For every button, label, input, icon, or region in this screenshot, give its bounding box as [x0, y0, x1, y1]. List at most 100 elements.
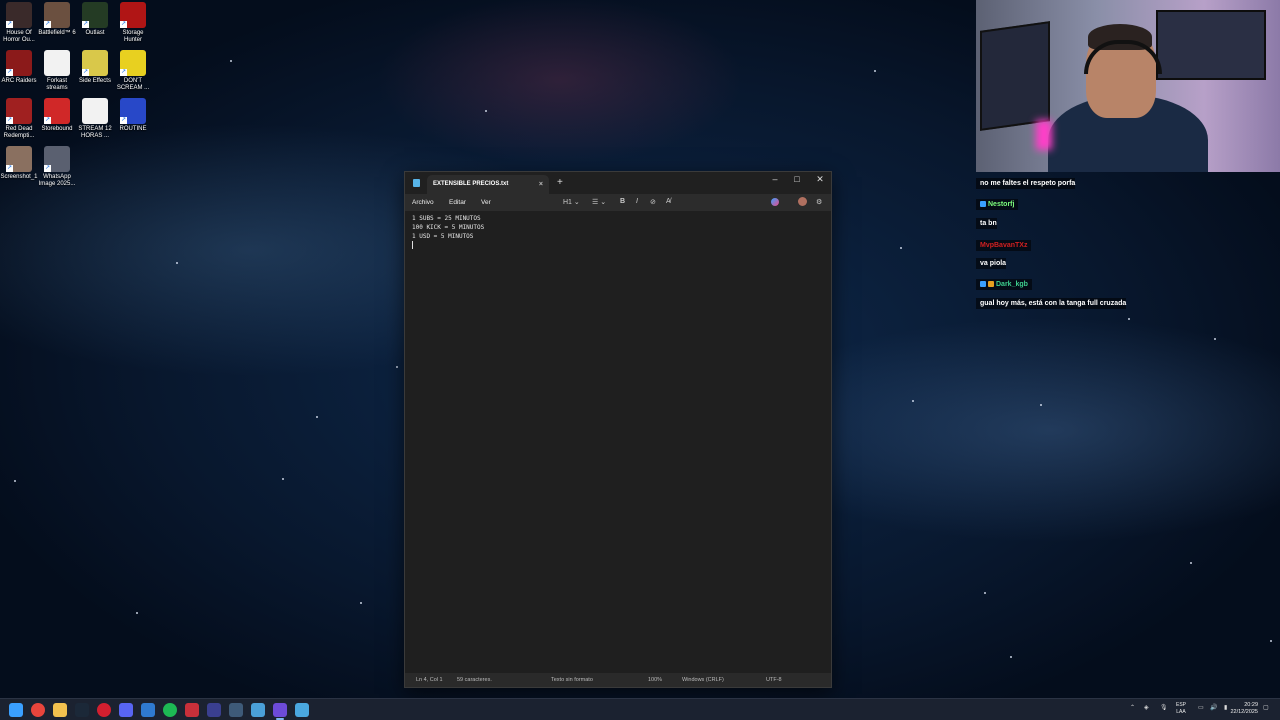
desktop-icon-label: Storage Hunter: [122, 30, 144, 43]
desktop-icon[interactable]: ↗ Storebound: [38, 98, 76, 140]
shortcut-arrow-icon: ↗: [120, 117, 127, 124]
desktop-icon[interactable]: ↗ Side Effects: [76, 50, 114, 92]
tab-extensible-precios[interactable]: EXTENSIBLE PRECIOS.txt ×: [427, 175, 549, 194]
language-indicator[interactable]: ESP LAA: [1176, 702, 1186, 715]
desktop-icon[interactable]: ↗ Storage Hunter: [114, 2, 152, 44]
character-count: 59 caracteres.: [457, 677, 492, 683]
battlefield-icon: ↗: [44, 2, 70, 28]
link-icon[interactable]: ⊘: [650, 198, 656, 206]
shortcut-arrow-icon: ↗: [44, 165, 51, 172]
arc-raiders-icon: ↗: [6, 50, 32, 76]
remote-desktop-icon[interactable]: [141, 703, 155, 717]
desktop-icon-label: Side Effects: [79, 78, 111, 84]
text-caret: [412, 241, 413, 249]
text-file-icon: [44, 50, 70, 76]
new-tab-button[interactable]: +: [557, 177, 563, 188]
desktop-icon[interactable]: ↗ Battlefield™ 6: [38, 2, 76, 44]
network-app-icon[interactable]: [251, 703, 265, 717]
chat-username: MvpBavanTXz: [976, 240, 1032, 251]
maximize-button[interactable]: □: [787, 174, 807, 184]
encoding[interactable]: UTF-8: [766, 677, 782, 683]
twitch-studio-icon[interactable]: [273, 703, 287, 717]
italic-button[interactable]: I: [636, 198, 638, 205]
shortcut-arrow-icon: ↗: [6, 117, 13, 124]
streamlabs-icon[interactable]: [185, 703, 199, 717]
text-format[interactable]: Texto sin formato: [551, 677, 593, 683]
settings-gear-icon[interactable]: ⚙: [816, 198, 822, 206]
minimize-button[interactable]: –: [765, 174, 785, 184]
spotify-icon[interactable]: [163, 703, 177, 717]
desktop-icon[interactable]: ↗ ROUTINE: [114, 98, 152, 140]
desktop-icon[interactable]: STREAM 12 HORAS ...: [76, 98, 114, 140]
desktop-icon[interactable]: ↗ Screenshot_1: [0, 146, 38, 188]
shortcut-arrow-icon: ↗: [82, 21, 89, 28]
opera-icon[interactable]: [97, 703, 111, 717]
text-editor[interactable]: 1 SUBS = 25 MINUTOS 100 KICK = 5 MINUTOS…: [412, 214, 826, 673]
volume-icon[interactable]: 🔊: [1210, 704, 1217, 711]
image-file-icon: ↗: [44, 146, 70, 172]
clock[interactable]: 20:29 22/12/2025: [1230, 702, 1258, 716]
status-bar: Ln 4, Col 1 59 caracteres. Texto sin for…: [405, 673, 831, 687]
steam-icon[interactable]: [75, 703, 89, 717]
vpn-icon[interactable]: [229, 703, 243, 717]
profile-avatar[interactable]: [798, 197, 807, 206]
webcam-overlay: [976, 0, 1280, 172]
discord-icon[interactable]: [119, 703, 133, 717]
menu-archivo[interactable]: Archivo: [412, 199, 434, 206]
notepad-icon[interactable]: [295, 703, 309, 717]
editor-line: 1 USD = 5 MINUTOS: [412, 233, 474, 240]
heading-dropdown[interactable]: H1 ⌄: [563, 198, 580, 206]
battery-icon[interactable]: ▮: [1224, 704, 1227, 711]
desktop-icon[interactable]: ↗ Outlast: [76, 2, 114, 44]
desktop-icon-label: ROUTINE: [119, 126, 147, 132]
chrome-icon[interactable]: [31, 703, 45, 717]
house-of-horror-icon: ↗: [6, 2, 32, 28]
desktop-icon[interactable]: ↗ DON'T SCREAM ...: [114, 50, 152, 92]
file-explorer-icon[interactable]: [53, 703, 67, 717]
storebound-icon: ↗: [44, 98, 70, 124]
clear-formatting-icon[interactable]: A̸: [666, 198, 671, 205]
desktop-icon[interactable]: ↗ ARC Raiders: [0, 50, 38, 92]
shortcut-arrow-icon: ↗: [82, 69, 89, 76]
desktop-icon[interactable]: ↗ Red Dead Redempti...: [0, 98, 38, 140]
desktop-icons: ↗ House Of Horror Ou... ↗ Battlefield™ 6 ↗ Ou…: [0, 2, 152, 188]
desktop-icon-label: Forkast streams: [46, 78, 68, 91]
network-icon[interactable]: ▭: [1198, 704, 1204, 711]
badge-icon: [980, 281, 986, 287]
chat-username: Nestorfj: [976, 198, 1019, 210]
close-button[interactable]: ✕: [810, 174, 830, 185]
red-dead-icon: ↗: [6, 98, 32, 124]
chat-message: gual hoy más, está con la tanga full cru…: [976, 298, 1127, 309]
desktop-icon[interactable]: ↗ WhatsApp Image 2025...: [38, 146, 76, 188]
line-ending[interactable]: Windows (CRLF): [682, 677, 724, 683]
notepad-window[interactable]: EXTENSIBLE PRECIOS.txt × + – □ ✕ Archivo…: [404, 171, 832, 688]
chat-username: Dark_kgb: [976, 278, 1032, 290]
desktop-icon[interactable]: ↗ House Of Horror Ou...: [0, 2, 38, 44]
microphone-icon[interactable]: 🎙: [1160, 704, 1168, 711]
notification-icon[interactable]: ▢: [1263, 704, 1269, 711]
shortcut-arrow-icon: ↗: [44, 117, 51, 124]
zoom-level[interactable]: 100%: [648, 677, 662, 683]
list-dropdown[interactable]: ☰ ⌄: [592, 198, 606, 206]
menu-editar[interactable]: Editar: [449, 199, 466, 206]
desktop-icon-label: STREAM 12 HORAS ...: [78, 126, 112, 139]
copilot-icon[interactable]: [771, 198, 779, 206]
editor-line: 100 KICK = 5 MINUTOS: [412, 224, 485, 231]
tab-close-icon[interactable]: ×: [539, 175, 543, 194]
text-file-icon: [82, 98, 108, 124]
windows-start-icon[interactable]: [9, 703, 23, 717]
chevron-up-icon[interactable]: ⌃: [1130, 704, 1135, 711]
editor-line: 1 SUBS = 25 MINUTOS: [412, 215, 481, 222]
bold-button[interactable]: B: [620, 198, 625, 205]
steam-tray-icon[interactable]: ◈: [1144, 704, 1149, 711]
desktop-icon-label: House Of Horror Ou...: [3, 30, 35, 43]
title-bar[interactable]: EXTENSIBLE PRECIOS.txt × + – □ ✕: [405, 172, 831, 194]
menu-ver[interactable]: Ver: [481, 199, 491, 206]
desktop-icon-label: Screenshot_1: [0, 174, 38, 180]
desktop-icon[interactable]: Forkast streams: [38, 50, 76, 92]
desktop-icon-label: WhatsApp Image 2025...: [38, 174, 76, 187]
outlast-icon: ↗: [82, 2, 108, 28]
shortcut-arrow-icon: ↗: [44, 21, 51, 28]
cursor-position: Ln 4, Col 1: [416, 677, 443, 683]
app-launcher-icon[interactable]: [207, 703, 221, 717]
